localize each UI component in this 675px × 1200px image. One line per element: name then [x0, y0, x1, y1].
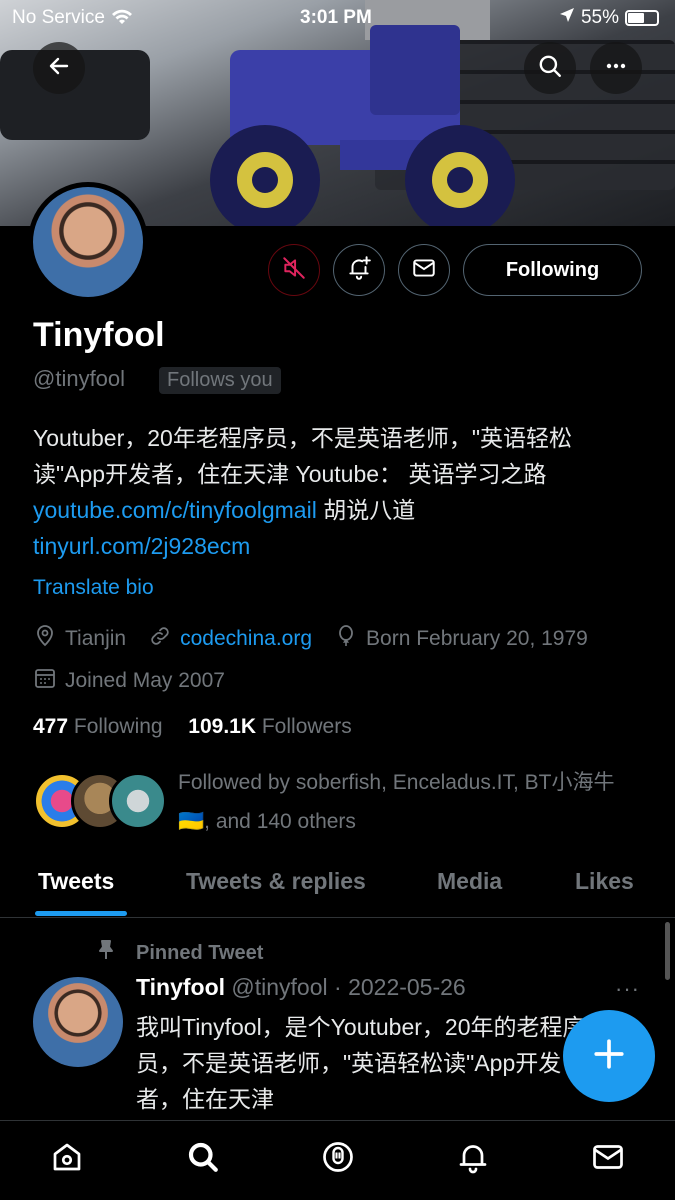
follow-stats: 477 Following 109.1K Followers	[33, 715, 352, 739]
profile-name: Tinyfool	[33, 316, 165, 354]
bio-text-1: Youtuber，20年老程序员，不是英语老师，"英语轻松读"App开发者，住在…	[33, 425, 572, 487]
link-icon	[148, 624, 172, 654]
tweet-author-name[interactable]: Tinyfool	[136, 974, 225, 1000]
pinned-tweet-label-row: Pinned Tweet	[94, 938, 263, 968]
wifi-icon	[110, 7, 134, 28]
scrollbar[interactable]	[665, 922, 670, 980]
location-pin-icon	[33, 624, 57, 654]
tab-media[interactable]: Media	[437, 868, 502, 895]
profile-tabs: Tweets Tweets & replies Media Likes	[0, 858, 675, 918]
bio-youtube-link[interactable]: youtube.com/c/tinyfoolgmail	[33, 497, 317, 523]
message-button[interactable]	[398, 244, 450, 296]
bio-text-2: 胡说八道	[316, 497, 416, 523]
tab-likes[interactable]: Likes	[575, 868, 634, 895]
tweet-text[interactable]: 我叫Tinyfool，是个Youtuber，20年的老程序员，不是英语老师，"英…	[136, 1009, 606, 1117]
carrier-status: No Service	[12, 7, 134, 29]
nav-home-button[interactable]	[47, 1139, 87, 1179]
bio-tinyurl-link[interactable]: tinyurl.com/2j928ecm	[33, 533, 250, 559]
mute-icon	[281, 255, 307, 286]
followers-stat[interactable]: 109.1K Followers	[188, 715, 351, 738]
bell-icon	[455, 1139, 491, 1180]
battery-percent: 55%	[580, 7, 619, 28]
unmute-button[interactable]	[268, 244, 320, 296]
home-icon	[49, 1139, 85, 1180]
balloon-icon	[334, 624, 358, 654]
profile-handle: @tinyfool	[33, 366, 126, 391]
profile-bio: Youtuber，20年老程序员，不是英语老师，"英语轻松读"App开发者，住在…	[33, 420, 638, 564]
followers-count: 109.1K	[188, 715, 257, 738]
status-bar: No Service 3:01 PM 55%	[0, 0, 675, 34]
followers-label: Followers	[261, 715, 352, 738]
following-button[interactable]: Following	[463, 244, 642, 296]
pin-icon	[94, 938, 118, 968]
profile-joined: Joined May 2007	[65, 669, 225, 692]
profile-avatar[interactable]	[28, 182, 148, 302]
nav-notifications-button[interactable]	[453, 1139, 493, 1179]
plus-icon	[592, 1037, 626, 1076]
follower-avatar	[109, 772, 167, 830]
following-label: Following	[73, 715, 163, 738]
mail-icon	[590, 1139, 626, 1180]
search-icon	[185, 1139, 221, 1180]
compose-tweet-button[interactable]	[563, 1010, 655, 1102]
tweet-handle-date: @tinyfool · 2022-05-26	[231, 974, 466, 1000]
battery-icon	[625, 10, 659, 26]
status-time: 3:01 PM	[300, 7, 372, 28]
more-options-button[interactable]	[590, 42, 642, 94]
nav-spaces-button[interactable]	[318, 1139, 358, 1179]
profile-joined-row: Joined May 2007	[33, 666, 225, 696]
calendar-icon	[33, 666, 57, 696]
carrier-text: No Service	[12, 7, 105, 28]
followed-by-text[interactable]: Followed by soberfish, Enceladus.IT, BT小…	[178, 763, 648, 841]
mail-icon	[411, 255, 437, 286]
following-count: 477	[33, 715, 69, 738]
profile-birthday: Born February 20, 1979	[366, 627, 588, 650]
bottom-navigation	[0, 1120, 675, 1200]
notifications-button[interactable]	[333, 244, 385, 296]
nav-messages-button[interactable]	[588, 1139, 628, 1179]
translate-bio-link[interactable]: Translate bio	[33, 576, 154, 600]
tweet-more-button[interactable]: ···	[615, 976, 640, 1002]
bell-plus-icon	[346, 255, 372, 286]
profile-location: Tianjin	[65, 627, 127, 650]
more-horizontal-icon	[604, 54, 628, 83]
tab-tweets[interactable]: Tweets	[38, 868, 114, 895]
pinned-tweet-label: Pinned Tweet	[136, 941, 264, 964]
arrow-left-icon	[47, 54, 71, 83]
tweet-author-avatar[interactable]	[33, 977, 123, 1067]
nav-search-button[interactable]	[183, 1139, 223, 1179]
back-button[interactable]	[33, 42, 85, 94]
location-arrow-icon	[559, 7, 575, 29]
active-tab-indicator	[35, 911, 127, 916]
tweet-header: Tinyfool @tinyfool · 2022-05-26	[136, 974, 466, 1001]
status-right: 55%	[559, 7, 659, 29]
search-button[interactable]	[524, 42, 576, 94]
followed-by-avatars[interactable]	[33, 772, 167, 830]
follows-you-badge: Follows you	[159, 367, 281, 394]
tab-tweets-replies[interactable]: Tweets & replies	[186, 868, 366, 895]
spaces-microphone-icon	[320, 1139, 356, 1180]
search-icon	[537, 53, 563, 84]
profile-meta-row: Tianjin codechina.org Born February 20, …	[33, 624, 588, 654]
profile-website[interactable]: codechina.org	[180, 627, 312, 651]
following-stat[interactable]: 477 Following	[33, 715, 163, 738]
